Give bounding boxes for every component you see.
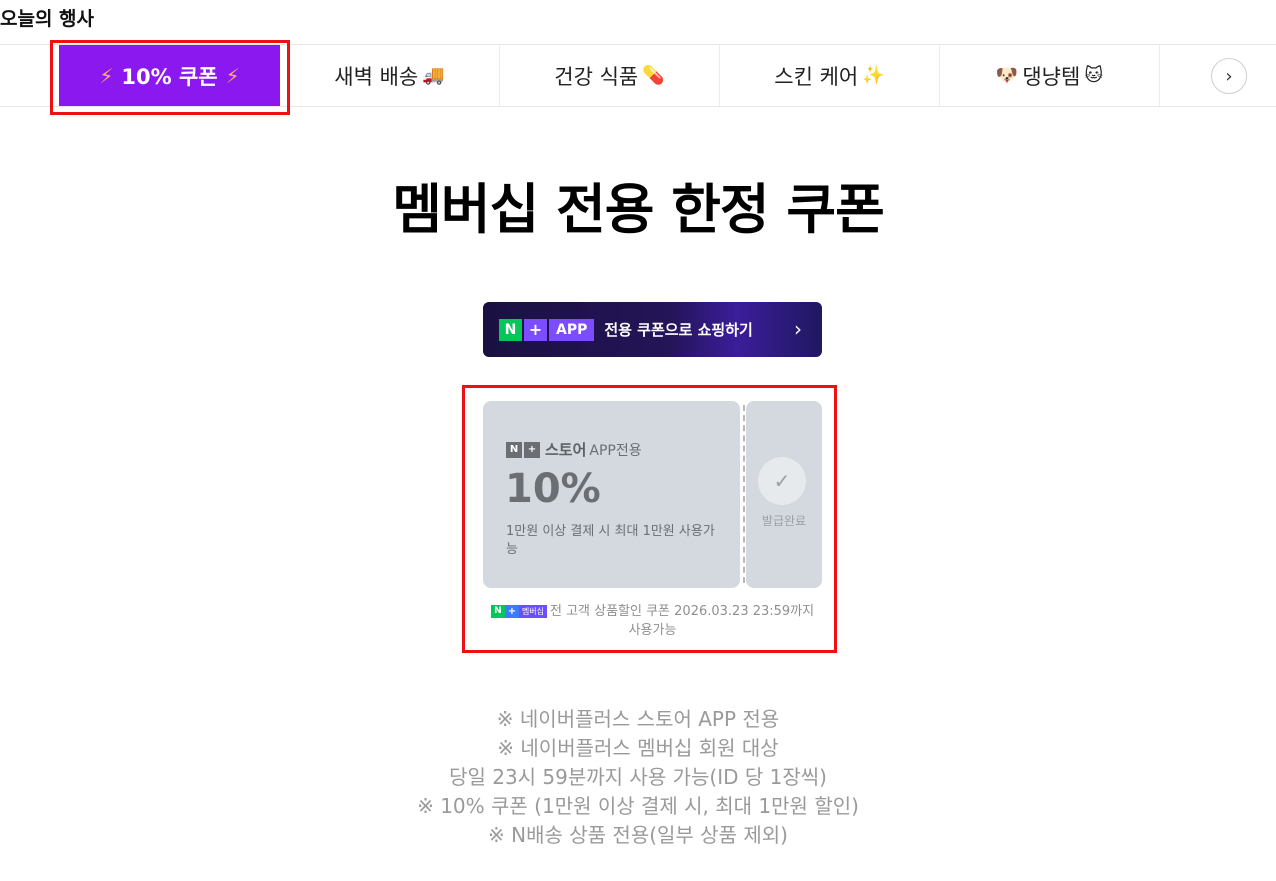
coupon-perforation-divider bbox=[743, 405, 745, 583]
note-line: ※ N배송 상품 전용(일부 상품 제외) bbox=[488, 823, 788, 847]
plus-badge: + bbox=[524, 318, 547, 341]
chevron-right-icon: › bbox=[1225, 65, 1233, 87]
check-icon: ✓ bbox=[758, 457, 806, 505]
dog-icon: 🐶 bbox=[995, 65, 1019, 86]
coupon-status: 발급완료 bbox=[761, 514, 807, 528]
tab-label: 새벽 배송 bbox=[334, 64, 419, 89]
tab-skin-care[interactable]: 스킨 케어 ✨ bbox=[720, 45, 940, 106]
note-line: ※ 네이버플러스 멤버십 회원 대상 bbox=[497, 736, 779, 760]
tab-label: 건강 식품 bbox=[554, 64, 639, 89]
note-line: ※ 네이버플러스 스토어 APP 전용 bbox=[496, 707, 780, 731]
tab-label: 댕냥템 bbox=[1022, 64, 1081, 89]
app-coupon-shopping-banner[interactable]: N + APP 전용 쿠폰으로 쇼핑하기 › bbox=[483, 302, 822, 357]
cat-icon: 🐱 bbox=[1084, 65, 1104, 86]
main-title: 멤버십 전용 한정 쿠폰 bbox=[392, 178, 885, 241]
chevron-right-icon: › bbox=[794, 317, 802, 341]
plus-badge: + bbox=[524, 441, 540, 458]
category-tab-bar: ⚡ 10% 쿠폰 ⚡ 새벽 배송 🚚 건강 식품 💊 스킨 케어 ✨ 🐶 댕냥템… bbox=[0, 44, 1276, 107]
event-notes: ※ 네이버플러스 스토어 APP 전용 ※ 네이버플러스 멤버십 회원 대상 당… bbox=[0, 705, 1276, 850]
lightning-icon: ⚡ bbox=[99, 63, 114, 88]
naver-n-badge: N bbox=[506, 441, 522, 458]
coupon-note-text: 전 고객 상품할인 쿠폰 2026.03.23 23:59까지 사용가능 bbox=[549, 604, 815, 638]
plus-badge: + bbox=[504, 605, 519, 618]
coupon-note: N + 멤버십 전 고객 상품할인 쿠폰 2026.03.23 23:59까지 사용가… bbox=[483, 602, 822, 640]
pill-icon: 💊 bbox=[642, 65, 665, 86]
tab-label: 10% 쿠폰 bbox=[121, 64, 218, 89]
tab-10-percent-coupon[interactable]: ⚡ 10% 쿠폰 ⚡ bbox=[59, 45, 280, 106]
note-line: ※ 10% 쿠폰 (1만원 이상 결제 시, 최대 1만원 할인) bbox=[417, 794, 859, 818]
banner-text: 전용 쿠폰으로 쇼핑하기 bbox=[604, 321, 753, 339]
tab-pet-items[interactable]: 🐶 댕냥템 🐱 bbox=[940, 45, 1160, 106]
truck-icon: 🚚 bbox=[422, 65, 445, 86]
coupon-brand-sub: APP전용 bbox=[589, 442, 642, 459]
naver-n-badge: N bbox=[499, 318, 522, 341]
tab-dawn-delivery[interactable]: 새벽 배송 🚚 bbox=[280, 45, 500, 106]
tab-label: 스킨 케어 bbox=[774, 64, 859, 89]
tab-next-button[interactable]: › bbox=[1211, 58, 1247, 94]
note-line: 당일 23시 59분까지 사용 가능(ID 당 1장씩) bbox=[449, 765, 827, 789]
lightning-icon: ⚡ bbox=[225, 63, 240, 88]
coupon-amount: 10% bbox=[505, 466, 601, 512]
coupon-brand: N + 스토어 APP전용 bbox=[506, 439, 642, 460]
coupon-brand-name: 스토어 bbox=[545, 441, 587, 459]
tab-health-food[interactable]: 건강 식품 💊 bbox=[500, 45, 720, 106]
page-header: 오늘의 행사 bbox=[0, 8, 95, 30]
coupon-condition: 1만원 이상 결제 시 최대 1만원 사용가능 bbox=[506, 524, 715, 557]
naver-n-badge: N bbox=[490, 605, 505, 618]
membership-badge: 멤버십 bbox=[518, 605, 547, 618]
app-badge: APP bbox=[549, 318, 595, 341]
sparkles-icon: ✨ bbox=[862, 65, 885, 86]
